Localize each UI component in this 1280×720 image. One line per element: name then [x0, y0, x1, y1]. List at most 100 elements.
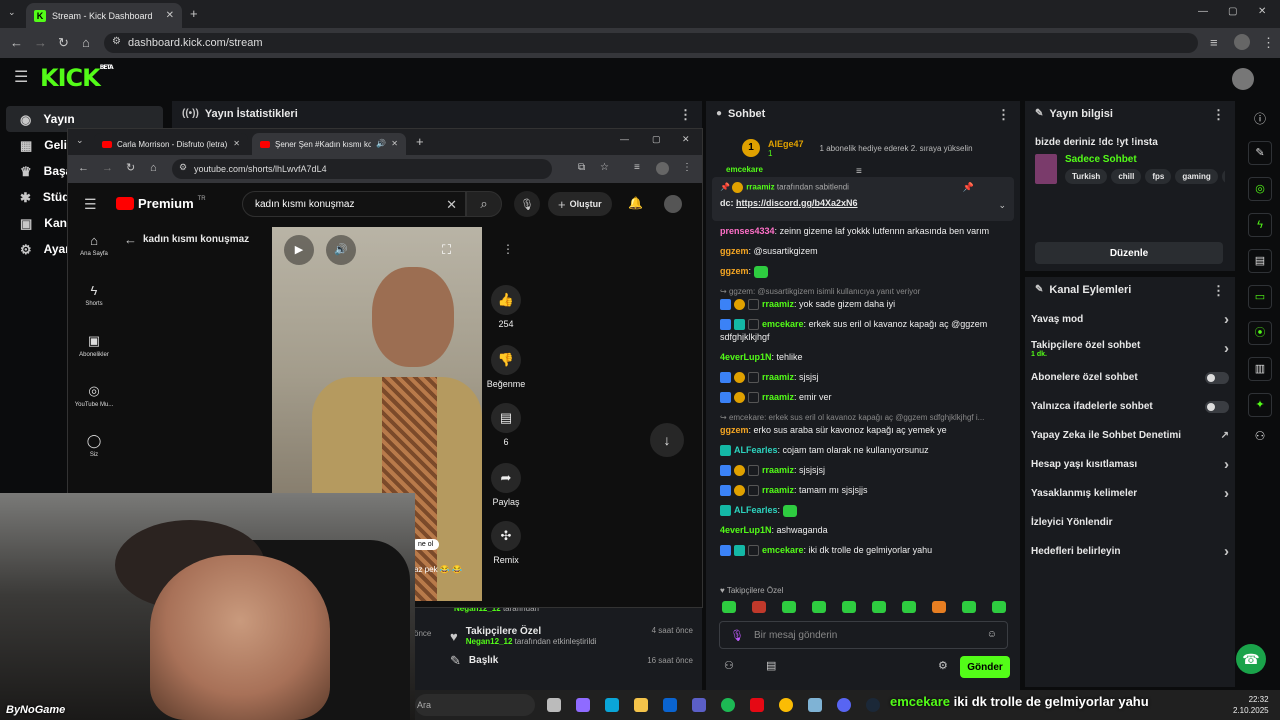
broadcast-rail-icon[interactable]: ⦿ — [1248, 321, 1272, 345]
chat-username[interactable]: 4everLup1N — [720, 525, 772, 535]
yt-logo[interactable]: Premium TR — [116, 196, 206, 211]
more-options-icon[interactable]: ⋮ — [997, 108, 1010, 121]
chat-username[interactable]: emcekare — [762, 319, 804, 329]
chat-username[interactable]: rraamiz — [762, 485, 794, 495]
bookmark-star-icon[interactable]: ☆ — [600, 163, 609, 173]
yt-nav-subscriptions[interactable]: ▣ Abonelikler — [68, 333, 120, 383]
chat-username[interactable]: 4everLup1N — [720, 352, 772, 362]
yt-nav-music[interactable]: ◎ YouTube Mu... — [68, 383, 120, 433]
popup-address-bar[interactable]: ⚙ youtube.com/shorts/lhLwvfA7dL4 — [172, 159, 552, 179]
top-gifter-name[interactable]: AlEge47 — [768, 139, 804, 149]
emote-10[interactable] — [992, 601, 1006, 613]
channel-action-row[interactable]: İzleyici Yönlendir — [1025, 508, 1235, 537]
chat-username[interactable]: rraamiz — [762, 299, 794, 309]
channel-action-row[interactable]: Hesap yaşı kısıtlaması › — [1025, 450, 1235, 479]
back-icon[interactable]: ← — [10, 36, 23, 49]
new-tab-icon[interactable]: + — [190, 7, 198, 20]
emote-5[interactable] — [842, 601, 856, 613]
fullscreen-icon[interactable]: ⛶ — [442, 243, 451, 256]
chrome-icon[interactable] — [779, 698, 793, 712]
tag-chip[interactable]: gaming — [1175, 169, 1218, 184]
clipboard-icon[interactable]: ▤ — [1248, 249, 1272, 273]
profile-avatar[interactable] — [656, 162, 669, 175]
address-bar[interactable]: ⚙ dashboard.kick.com/stream — [104, 33, 1198, 53]
yt-nav-shorts[interactable]: ϟ Shorts — [68, 283, 120, 333]
minimize-window-icon[interactable]: — — [620, 135, 629, 144]
emote-7[interactable] — [902, 601, 916, 613]
edit-button[interactable]: Düzenle — [1035, 242, 1223, 264]
yt-create-button[interactable]: + Oluştur — [548, 192, 612, 216]
yt-menu-icon[interactable]: ☰ — [84, 197, 97, 211]
yt-nav-home[interactable]: ⌂ Ana Sayfa — [68, 233, 120, 283]
channel-action-row[interactable]: Abonelere özel sohbet — [1025, 363, 1235, 392]
more-options-icon[interactable]: ⋮ — [679, 108, 692, 121]
steam-icon[interactable] — [866, 698, 880, 712]
edge-icon[interactable] — [605, 698, 619, 712]
copilot-icon[interactable] — [576, 698, 590, 712]
wrench-rail-icon[interactable]: ✦ — [1248, 393, 1272, 417]
close-window-icon[interactable]: ✕ — [682, 135, 690, 144]
home-icon[interactable]: ⌂ — [150, 163, 157, 174]
play-button[interactable]: ▶ — [284, 235, 314, 265]
expand-chevron-icon[interactable]: ⌄ — [998, 201, 1006, 210]
home-icon[interactable]: ⌂ — [82, 36, 90, 49]
browser-menu-icon[interactable]: ⋮ — [1262, 36, 1275, 49]
tab-list-chevron-icon[interactable]: ⌄ — [8, 8, 16, 17]
info-icon[interactable]: ⓘ — [1240, 110, 1280, 127]
layout-icon[interactable]: ▥ — [1248, 357, 1272, 381]
kick-logo[interactable]: KICKBETA — [40, 64, 114, 92]
channel-action-row[interactable]: Hedefleri belirleyin › — [1025, 537, 1235, 566]
browser-tab-active[interactable]: K Stream - Kick Dashboard ✕ — [26, 3, 182, 28]
chat-username[interactable]: emcekare — [762, 545, 804, 555]
yt-voice-button[interactable]: 🎙 — [514, 191, 540, 217]
microphone-icon[interactable]: 🎙 — [730, 629, 744, 642]
more-options-icon[interactable]: ⋮ — [502, 243, 514, 255]
chat-username[interactable]: ALFearles — [734, 505, 778, 515]
category-name[interactable]: Sadece Sohbet — [1065, 154, 1225, 165]
toggle-switch[interactable] — [1205, 400, 1229, 413]
close-tab-icon[interactable]: ✕ — [166, 10, 174, 21]
emoji-icon[interactable]: ☺ — [987, 630, 997, 640]
yt-nav-you[interactable]: ◯ Siz — [68, 433, 120, 473]
new-tab-icon[interactable]: + — [416, 135, 424, 148]
channel-action-row[interactable]: Yapay Zeka ile Sohbet Denetimi ↗ — [1025, 421, 1235, 450]
emote-2[interactable] — [752, 601, 766, 613]
tag-chip[interactable]: chill — [1111, 169, 1142, 184]
channel-action-row[interactable]: Yasaklanmış kelimeler › — [1025, 479, 1235, 508]
like-button[interactable]: 👍 254 — [488, 285, 524, 345]
reload-icon[interactable]: ↻ — [126, 163, 135, 174]
outlook-icon[interactable] — [663, 698, 677, 712]
notifications-bell-icon[interactable]: 🔔 — [628, 197, 643, 209]
yt-back-row[interactable]: ← kadın kısmı konuşmaz — [124, 233, 249, 246]
yt-avatar[interactable] — [664, 195, 682, 213]
chat-username[interactable]: ggzem — [720, 266, 749, 276]
edit-icon[interactable]: ✎ — [1248, 141, 1272, 165]
dislike-button[interactable]: 👎 Beğenme — [481, 345, 531, 403]
taskbar-search[interactable]: Ara — [415, 694, 535, 716]
yt-search-button[interactable]: ⌕ — [466, 191, 502, 217]
next-video-button[interactable]: ↓ — [650, 423, 684, 457]
chat-username[interactable]: rraamiz — [762, 372, 794, 382]
reading-list-icon[interactable]: ≡ — [634, 163, 640, 173]
category-thumbnail[interactable] — [1035, 154, 1057, 184]
reload-icon[interactable]: ↻ — [58, 36, 69, 49]
emote-3[interactable] — [782, 601, 796, 613]
chat-username[interactable]: prenses4334 — [720, 226, 775, 236]
popup-tab[interactable]: Carla Morrison - Disfruto (letra) ✕ — [94, 133, 248, 155]
install-app-icon[interactable]: ⧉ — [578, 163, 585, 173]
site-info-icon[interactable]: ⚙ — [179, 163, 187, 172]
toggle-switch[interactable] — [1205, 371, 1229, 384]
volume-button[interactable]: 🔊 — [326, 235, 356, 265]
netflix-icon[interactable] — [750, 698, 764, 712]
channel-action-row[interactable]: Yalnızca ifadelerle sohbet — [1025, 392, 1235, 421]
yt-search-input[interactable]: kadın kısmı konuşmaz ✕ — [242, 191, 466, 217]
target-icon[interactable]: ◎ — [1248, 177, 1272, 201]
emote-1[interactable] — [722, 601, 736, 613]
comment-button[interactable]: ▤ 6 — [488, 403, 524, 463]
tab-list-chevron-icon[interactable]: ⌄ — [76, 136, 84, 145]
chat-username[interactable]: rraamiz — [762, 465, 794, 475]
maximize-window-icon[interactable]: ▢ — [652, 135, 661, 144]
back-arrow-icon[interactable]: ← — [124, 233, 137, 246]
forward-icon[interactable]: → — [102, 163, 113, 174]
store-icon[interactable]: ▤ — [766, 661, 776, 672]
